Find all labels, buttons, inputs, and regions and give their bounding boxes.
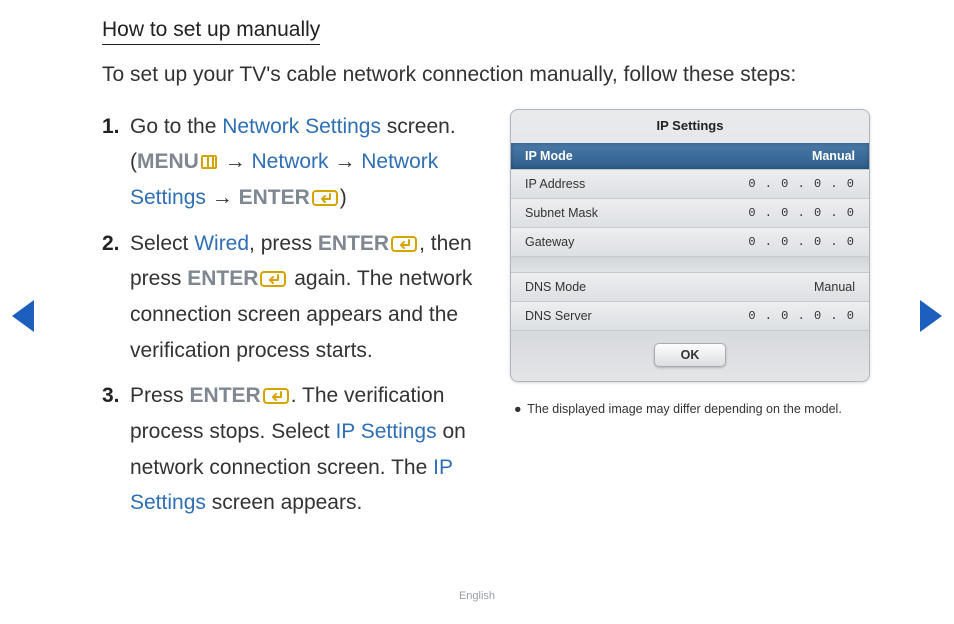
link-network-settings: Network Settings [222, 115, 381, 138]
row-value: Manual [812, 149, 855, 163]
enter-label: ENTER [318, 232, 389, 255]
menu-label: MENU [137, 150, 199, 173]
step-number: 3. [102, 378, 130, 521]
menu-icon [201, 155, 217, 169]
text: ) [340, 186, 347, 209]
enter-icon [263, 388, 289, 404]
content-row: 1. Go to the Network Settings screen. (M… [102, 109, 894, 532]
row-label: DNS Server [525, 309, 592, 323]
ip-mode-row[interactable]: IP Mode Manual [511, 143, 869, 169]
enter-label: ENTER [190, 384, 261, 407]
enter-label: ENTER [239, 186, 310, 209]
next-page-button[interactable] [920, 300, 942, 332]
chevron-right-icon [920, 300, 942, 332]
disclaimer: ● The displayed image may differ dependi… [510, 400, 870, 419]
row-label: IP Address [525, 177, 585, 191]
link-wired: Wired [194, 232, 249, 255]
enter-icon [260, 271, 286, 287]
bullet-icon: ● [514, 400, 524, 419]
row-value: Manual [814, 280, 855, 294]
enter-label: ENTER [187, 267, 258, 290]
ip-settings-panel: IP Settings IP Mode Manual IP Address 0 … [510, 109, 870, 382]
step-2: 2. Select Wired, press ENTER, then press… [102, 226, 482, 369]
step-1: 1. Go to the Network Settings screen. (M… [102, 109, 482, 216]
row-value: 0 . 0 . 0 . 0 [748, 177, 855, 191]
text: , press [249, 232, 318, 255]
row-value: 0 . 0 . 0 . 0 [748, 309, 855, 323]
arrow-icon: → [206, 186, 239, 209]
text: screen appears. [206, 491, 362, 514]
subnet-mask-row[interactable]: Subnet Mask 0 . 0 . 0 . 0 [511, 198, 869, 227]
separator [511, 256, 869, 272]
step-body: Go to the Network Settings screen. (MENU… [130, 109, 482, 216]
step-number: 2. [102, 226, 130, 369]
dns-server-row[interactable]: DNS Server 0 . 0 . 0 . 0 [511, 301, 869, 330]
steps-list: 1. Go to the Network Settings screen. (M… [102, 109, 482, 532]
enter-icon [391, 236, 417, 252]
row-value: 0 . 0 . 0 . 0 [748, 235, 855, 249]
panel-footer: OK [511, 330, 869, 381]
manual-page: How to set up manually To set up your TV… [0, 0, 954, 624]
intro-text: To set up your TV's cable network connec… [102, 59, 894, 91]
arrow-icon: → [329, 150, 362, 173]
text: Press [130, 384, 190, 407]
text: Go to the [130, 115, 222, 138]
enter-icon [312, 190, 338, 206]
row-label: Gateway [525, 235, 574, 249]
disclaimer-text: The displayed image may differ depending… [527, 402, 842, 416]
chevron-left-icon [12, 300, 34, 332]
step-number: 1. [102, 109, 130, 216]
text: Select [130, 232, 194, 255]
arrow-icon: → [219, 150, 252, 173]
dns-mode-row[interactable]: DNS Mode Manual [511, 272, 869, 301]
row-label: IP Mode [525, 149, 573, 163]
step-body: Press ENTER. The verification process st… [130, 378, 482, 521]
row-label: DNS Mode [525, 280, 586, 294]
link-ip-settings: IP Settings [335, 420, 436, 443]
section-heading: How to set up manually [102, 18, 320, 45]
ok-button[interactable]: OK [654, 343, 727, 367]
row-value: 0 . 0 . 0 . 0 [748, 206, 855, 220]
gateway-row[interactable]: Gateway 0 . 0 . 0 . 0 [511, 227, 869, 256]
step-3: 3. Press ENTER. The verification process… [102, 378, 482, 521]
step-body: Select Wired, press ENTER, then press EN… [130, 226, 482, 369]
footer-language: English [0, 590, 954, 602]
link-network: Network [252, 150, 329, 173]
row-label: Subnet Mask [525, 206, 598, 220]
prev-page-button[interactable] [12, 300, 34, 332]
panel-title: IP Settings [511, 110, 869, 143]
ip-address-row[interactable]: IP Address 0 . 0 . 0 . 0 [511, 169, 869, 198]
right-column: IP Settings IP Mode Manual IP Address 0 … [510, 109, 870, 532]
